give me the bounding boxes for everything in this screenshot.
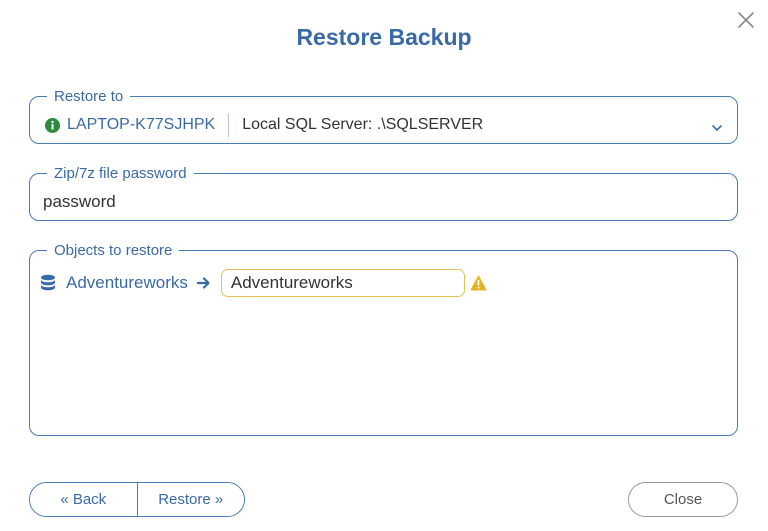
- navigation-button-group: « Back Restore »: [29, 482, 245, 517]
- zip-password-group: Zip/7z file password: [29, 166, 738, 221]
- arrow-right-icon: [196, 276, 211, 290]
- back-button[interactable]: « Back: [30, 483, 137, 516]
- objects-to-restore-group: Objects to restore Adventureworks: [29, 243, 738, 436]
- zip-password-legend: Zip/7z file password: [54, 165, 187, 182]
- restore-to-legend: Restore to: [54, 88, 124, 105]
- warning-icon: [470, 275, 487, 291]
- objects-legend: Objects to restore: [54, 242, 173, 259]
- server-name: Local SQL Server: .\SQLSERVER: [242, 116, 484, 133]
- source-database-name: Adventureworks: [66, 273, 188, 292]
- host-name: LAPTOP-K77SJHPK: [67, 116, 216, 133]
- info-circle-icon: [45, 117, 60, 133]
- restore-to-select[interactable]: LAPTOP-K77SJHPK Local SQL Server: .\SQLS…: [30, 111, 737, 139]
- restore-button[interactable]: Restore »: [137, 483, 244, 516]
- target-database-input[interactable]: [220, 269, 465, 297]
- object-row: Adventureworks: [30, 267, 730, 299]
- close-icon[interactable]: [736, 10, 756, 30]
- dialog-title: Restore Backup: [296, 24, 472, 50]
- chevron-down-icon[interactable]: [711, 120, 723, 131]
- zip-password-input[interactable]: [43, 189, 703, 215]
- restore-to-group: Restore to LAPTOP-K77SJHPK Local SQL Ser…: [29, 89, 738, 144]
- close-button[interactable]: Close: [628, 482, 738, 517]
- database-icon: [40, 274, 56, 292]
- select-separator: [228, 113, 230, 137]
